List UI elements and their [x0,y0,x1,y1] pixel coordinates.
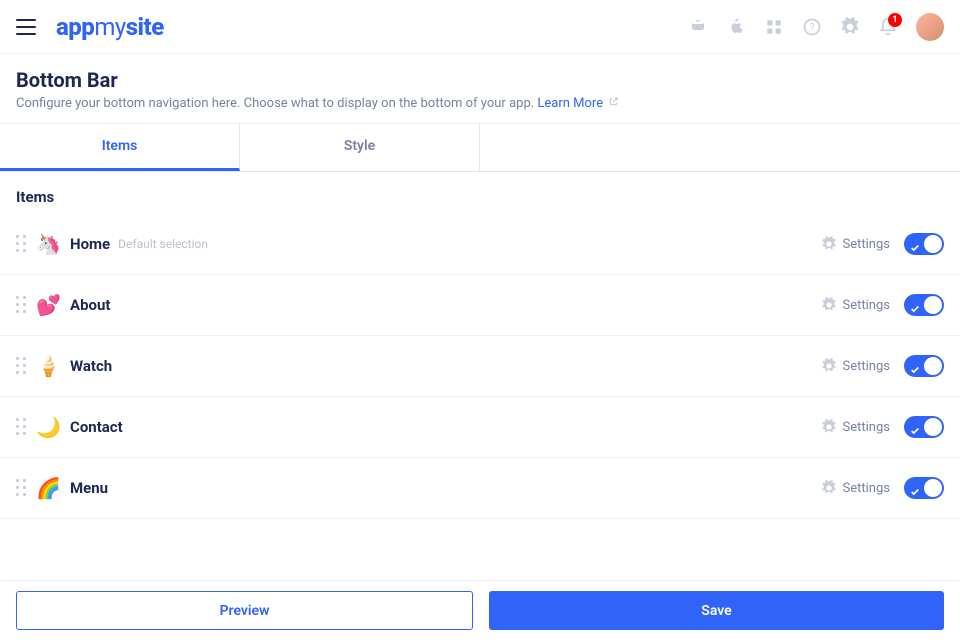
tabs: Items Style [0,124,960,172]
item-settings-link[interactable]: Settings [821,480,890,496]
item-row-about: 💕 About Settings [0,275,960,336]
preview-button[interactable]: Preview [16,591,473,630]
item-row-home: 🦄 Home Default selection Settings [0,214,960,275]
item-label: Menu [70,479,108,497]
item-sublabel: Default selection [118,237,208,251]
tab-items[interactable]: Items [0,124,240,171]
bell-icon[interactable]: 1 [878,17,898,37]
gear-icon [821,236,837,252]
item-toggle[interactable] [904,416,944,438]
item-row-watch: 🍦 Watch Settings [0,336,960,397]
item-row-menu: 🌈 Menu Settings [0,458,960,519]
android-icon[interactable] [688,17,708,37]
apple-icon[interactable] [726,17,746,37]
help-icon[interactable]: ? [802,17,822,37]
gear-icon [821,480,837,496]
item-toggle[interactable] [904,294,944,316]
settings-label: Settings [843,420,890,435]
notification-badge: 1 [888,13,902,27]
drag-handle-icon[interactable] [16,296,26,314]
hamburger-icon[interactable] [16,19,36,35]
drag-handle-icon[interactable] [16,479,26,497]
item-row-contact: 🌙 Contact Settings [0,397,960,458]
gear-icon [821,358,837,374]
settings-label: Settings [843,237,890,252]
page-description: Configure your bottom navigation here. C… [16,96,944,111]
drag-handle-icon[interactable] [16,357,26,375]
logo[interactable]: appmysite [56,13,164,41]
avatar[interactable] [916,13,944,41]
external-link-icon [608,96,619,111]
drag-handle-icon[interactable] [16,235,26,253]
footer: Preview Save [0,580,960,640]
item-settings-link[interactable]: Settings [821,358,890,374]
item-settings-link[interactable]: Settings [821,297,890,313]
item-toggle[interactable] [904,233,944,255]
logo-site: site [126,13,164,41]
item-label: Home [70,235,110,253]
item-icon: 💕 [36,293,60,317]
page-title: Bottom Bar [16,68,944,92]
logo-app: app [56,13,94,41]
page-header: Bottom Bar Configure your bottom navigat… [0,54,960,124]
drag-handle-icon[interactable] [16,418,26,436]
top-header: appmysite ? 1 [0,0,960,54]
svg-text:?: ? [810,22,815,33]
section-title: Items [0,172,960,214]
item-icon: 🌈 [36,476,60,500]
page-description-text: Configure your bottom navigation here. C… [16,96,537,111]
logo-my: my [94,13,125,41]
item-toggle[interactable] [904,477,944,499]
gear-icon [821,419,837,435]
item-settings-link[interactable]: Settings [821,236,890,252]
item-label: About [70,296,110,314]
grid-icon[interactable] [764,17,784,37]
settings-label: Settings [843,481,890,496]
item-icon: 🦄 [36,232,60,256]
settings-label: Settings [843,359,890,374]
learn-more-link[interactable]: Learn More [537,96,603,111]
item-icon: 🍦 [36,354,60,378]
item-label: Watch [70,357,112,375]
gear-icon [821,297,837,313]
gear-icon[interactable] [840,17,860,37]
item-toggle[interactable] [904,355,944,377]
item-settings-link[interactable]: Settings [821,419,890,435]
tab-style[interactable]: Style [240,124,480,171]
settings-label: Settings [843,298,890,313]
header-icons: ? 1 [688,13,944,41]
items-list: 🦄 Home Default selection Settings 💕 Abou… [0,214,960,519]
item-icon: 🌙 [36,415,60,439]
item-label: Contact [70,418,123,436]
save-button[interactable]: Save [489,591,944,630]
